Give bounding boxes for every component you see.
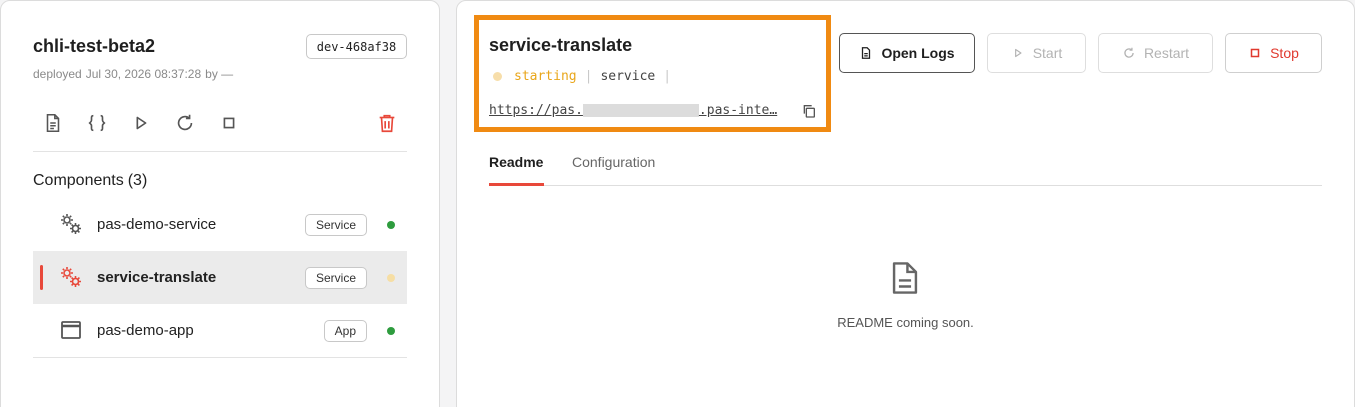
restart-icon: [1124, 47, 1134, 58]
service-title: service-translate: [489, 35, 633, 55]
component-name: pas-demo-service: [97, 216, 217, 233]
document-icon: [892, 262, 918, 294]
active-tab-indicator: [489, 183, 544, 186]
deployed-label: deployed: [33, 67, 82, 81]
pipe-separator: |: [584, 69, 593, 84]
readme-message: README coming soon.: [837, 315, 974, 330]
open-logs-button[interactable]: Open Logs: [839, 33, 975, 73]
deployed-info: deployed Jul 30, 2026 08:37:28 by —: [33, 67, 237, 81]
deployed-by: by —: [205, 67, 234, 81]
active-indicator: [40, 265, 43, 290]
window-icon: [61, 321, 81, 339]
stop-label: Stop: [1270, 45, 1299, 61]
service-url-end: .pas-inte…: [698, 103, 778, 118]
status-dot: [387, 220, 395, 229]
pipe-separator: |: [663, 69, 672, 84]
service-url-start: https://pas.: [489, 103, 583, 118]
start-label: Start: [1032, 45, 1063, 61]
app-actions: [33, 108, 407, 140]
stop-icon[interactable]: [214, 108, 244, 138]
copy-icon[interactable]: [801, 103, 817, 119]
service-status: starting: [514, 69, 577, 84]
deployed-time: Jul 30, 2026 08:37:28: [85, 67, 202, 81]
gears-icon: [61, 267, 81, 287]
restart-label: Restart: [1143, 45, 1190, 61]
component-type-badge: App: [323, 319, 367, 342]
component-row-pas-demo-service[interactable]: pas-demo-service Service: [33, 198, 407, 251]
tab-readme[interactable]: Readme: [489, 154, 543, 170]
component-row-pas-demo-app[interactable]: pas-demo-app App: [33, 304, 407, 357]
components-list: pas-demo-service Service service-transla…: [33, 198, 407, 357]
component-type-badge: Service: [304, 213, 367, 236]
service-url-link[interactable]: https://pas. .pas-inte…: [489, 103, 777, 118]
components-count: (3): [127, 172, 148, 189]
open-logs-label: Open Logs: [881, 45, 955, 61]
gears-icon: [61, 214, 81, 234]
restart-icon[interactable]: [170, 108, 200, 138]
app-title: chli-test-beta2: [33, 36, 156, 56]
components-heading-label: Components: [33, 172, 124, 189]
status-dot: [493, 72, 502, 81]
start-button[interactable]: Start: [987, 33, 1086, 73]
component-name: pas-demo-app: [97, 322, 194, 339]
status-dot: [387, 273, 395, 282]
stop-icon: [1250, 48, 1260, 58]
service-status-line: starting | service |: [493, 69, 679, 84]
component-type-badge: Service: [304, 266, 367, 289]
redacted-text: [582, 104, 699, 117]
trash-icon[interactable]: [372, 108, 402, 138]
code-braces-icon[interactable]: [82, 108, 112, 138]
component-name: service-translate: [97, 269, 217, 286]
play-icon[interactable]: [126, 108, 156, 138]
document-icon[interactable]: [38, 108, 68, 138]
tab-bar: Readme Configuration: [489, 150, 1322, 186]
stop-button[interactable]: Stop: [1225, 33, 1322, 73]
service-kind: service: [600, 69, 656, 84]
components-heading: Components (3): [33, 172, 151, 190]
tab-configuration[interactable]: Configuration: [572, 154, 655, 170]
document-icon: [862, 47, 871, 59]
divider: [33, 151, 407, 152]
restart-button[interactable]: Restart: [1098, 33, 1213, 73]
status-dot: [387, 326, 395, 335]
play-icon: [1014, 48, 1022, 58]
env-badge: dev-468af38: [306, 34, 407, 59]
divider: [33, 357, 407, 358]
component-row-service-translate[interactable]: service-translate Service: [33, 251, 407, 304]
